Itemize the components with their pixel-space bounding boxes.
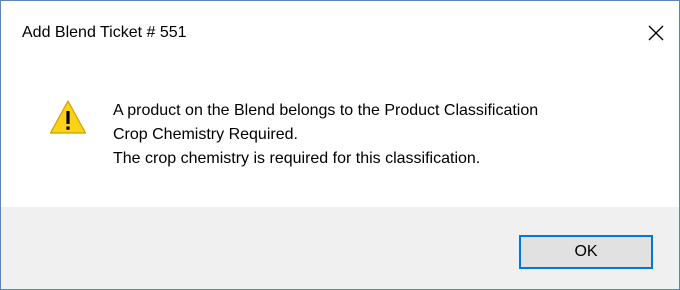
message-line: The crop chemistry is required for this … <box>113 150 481 167</box>
dialog-content: A product on the Blend belongs to the Pr… <box>1 65 679 207</box>
message-line: Crop Chemistry Required. <box>113 126 298 143</box>
message-line: A product on the Blend belongs to the Pr… <box>113 102 539 119</box>
ok-button[interactable]: OK <box>519 235 653 269</box>
close-button[interactable] <box>633 11 679 55</box>
close-icon <box>648 25 664 41</box>
button-bar: OK <box>1 207 679 289</box>
title-bar: Add Blend Ticket # 551 <box>1 1 679 65</box>
warning-icon <box>49 100 87 134</box>
message-text: A product on the Blend belongs to the Pr… <box>113 99 538 171</box>
dialog-title: Add Blend Ticket # 551 <box>22 24 187 41</box>
message-dialog: Add Blend Ticket # 551 A product on the … <box>0 0 680 290</box>
